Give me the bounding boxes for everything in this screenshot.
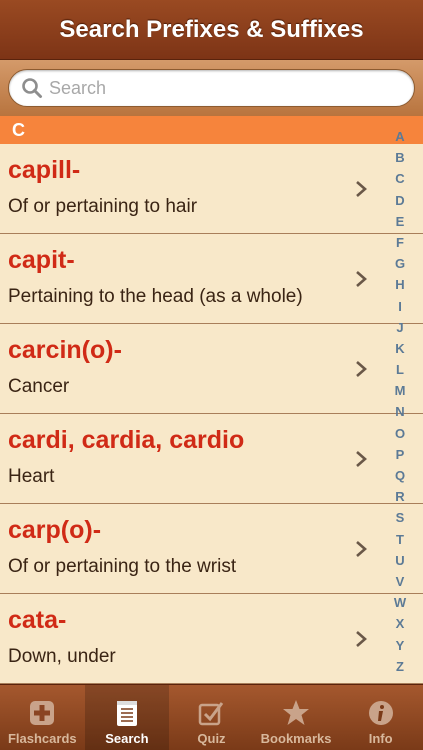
search-input[interactable]: [49, 77, 379, 99]
index-letter-m[interactable]: M: [395, 382, 406, 400]
tab-label: Info: [368, 731, 393, 746]
term-definition: Of or pertaining to hair: [8, 196, 198, 217]
index-letter-h[interactable]: H: [395, 276, 404, 294]
search-icon: [22, 78, 42, 98]
index-letter-u[interactable]: U: [395, 552, 404, 570]
list-item[interactable]: capit- Pertaining to the head (as a whol…: [0, 234, 423, 324]
checkbox-icon: [199, 702, 224, 726]
index-letter-p[interactable]: P: [396, 446, 405, 464]
index-letter-e[interactable]: E: [396, 213, 405, 231]
term-definition: Pertaining to the head (as a whole): [8, 286, 303, 307]
tab-bar: Flashcards Search Quiz Bookmarks Info: [0, 684, 423, 750]
tab-label: Bookmarks: [260, 731, 332, 746]
tab-label: Quiz: [197, 731, 226, 746]
term-title: capit-: [8, 246, 75, 274]
index-letter-i[interactable]: I: [398, 298, 402, 316]
index-letter-c[interactable]: C: [395, 170, 404, 188]
index-letter-o[interactable]: O: [395, 425, 405, 443]
index-letter-l[interactable]: L: [396, 361, 404, 379]
index-letter-q[interactable]: Q: [395, 467, 405, 485]
index-letter-y[interactable]: Y: [396, 637, 405, 655]
tab-search[interactable]: Search: [84, 685, 170, 750]
alphabet-index[interactable]: ABCDEFGHIJKLMNOPQRSTUVWXYZ: [388, 128, 412, 676]
index-letter-d[interactable]: D: [395, 192, 404, 210]
index-letter-g[interactable]: G: [395, 255, 405, 273]
tab-label: Flashcards: [7, 731, 77, 746]
list-item[interactable]: cata- Down, under: [0, 594, 423, 684]
term-definition: Down, under: [8, 646, 116, 667]
search-bar: [0, 60, 423, 116]
term-definition: Cancer: [8, 376, 70, 397]
index-letter-w[interactable]: W: [394, 594, 406, 612]
plus-card-icon: [30, 701, 55, 725]
chevron-right-icon: [356, 451, 367, 467]
index-letter-v[interactable]: V: [396, 573, 405, 591]
section-letter: C: [12, 119, 25, 140]
term-title: cata-: [8, 606, 67, 634]
tab-info[interactable]: Info: [338, 685, 423, 750]
tab-label: Search: [105, 731, 149, 746]
index-letter-z[interactable]: Z: [396, 658, 404, 676]
chevron-right-icon: [356, 271, 367, 287]
info-icon: [368, 701, 393, 725]
chevron-right-icon: [356, 181, 367, 197]
chevron-right-icon: [356, 541, 367, 557]
page-title: Search Prefixes & Suffixes: [59, 15, 364, 43]
term-list: capill- Of or pertaining to hair capit- …: [0, 144, 423, 684]
index-letter-k[interactable]: K: [395, 340, 404, 358]
navigation-bar: Search Prefixes & Suffixes: [0, 0, 423, 60]
tab-bookmarks[interactable]: Bookmarks: [254, 685, 339, 750]
tab-quiz[interactable]: Quiz: [169, 685, 254, 750]
notepad-icon: [116, 701, 137, 726]
index-letter-j[interactable]: J: [396, 319, 403, 337]
index-letter-s[interactable]: S: [396, 509, 405, 527]
tab-flashcards[interactable]: Flashcards: [0, 685, 85, 750]
section-header: C: [0, 116, 423, 144]
term-title: cardi, cardia, cardio: [8, 426, 245, 454]
term-title: carcin(o)-: [8, 336, 122, 364]
term-title: carp(o)-: [8, 516, 102, 544]
list-item[interactable]: carp(o)- Of or pertaining to the wrist: [0, 504, 423, 594]
list-item[interactable]: capill- Of or pertaining to hair: [0, 144, 423, 234]
list-item[interactable]: cardi, cardia, cardio Heart: [0, 414, 423, 504]
index-letter-n[interactable]: N: [395, 403, 404, 421]
star-icon: [283, 700, 310, 725]
index-letter-f[interactable]: F: [396, 234, 404, 252]
index-letter-b[interactable]: B: [395, 149, 404, 167]
list-item[interactable]: carcin(o)- Cancer: [0, 324, 423, 414]
index-letter-r[interactable]: R: [395, 488, 404, 506]
search-field[interactable]: [8, 69, 415, 107]
chevron-right-icon: [356, 631, 367, 647]
term-definition: Heart: [8, 466, 55, 487]
term-definition: Of or pertaining to the wrist: [8, 556, 237, 577]
chevron-right-icon: [356, 361, 367, 377]
index-letter-t[interactable]: T: [396, 531, 404, 549]
index-letter-a[interactable]: A: [395, 128, 404, 146]
index-letter-x[interactable]: X: [396, 615, 405, 633]
term-title: capill-: [8, 156, 81, 184]
